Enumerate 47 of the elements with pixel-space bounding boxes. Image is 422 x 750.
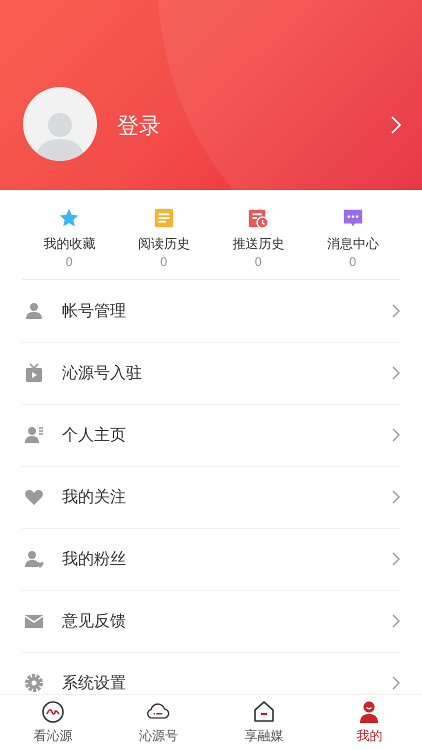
menu-item[interactable]: 我的关注 [0, 466, 422, 528]
chevron-right-icon [392, 676, 400, 690]
tab[interactable]: 沁源号 [106, 695, 211, 750]
chevron-right-icon [392, 366, 400, 380]
chevron-right-icon[interactable] [390, 115, 402, 135]
person-heart-icon [24, 549, 44, 569]
chevron-right-icon [392, 304, 400, 318]
heart-icon [24, 487, 44, 507]
wave-circle-icon [40, 700, 65, 724]
menu-label: 沁源号入驻 [62, 362, 143, 384]
tab[interactable]: 看沁源 [0, 695, 106, 750]
stat-label[interactable]: 阅读历史 [138, 235, 190, 253]
gear-icon [24, 673, 44, 693]
document-icon [152, 207, 175, 229]
star-icon [58, 207, 80, 229]
chat-icon [342, 207, 364, 229]
stat-label[interactable]: 推送历史 [232, 235, 284, 253]
stat-label[interactable]: 消息中心 [326, 235, 379, 253]
stat-count: 0 [160, 255, 168, 269]
contact-card-icon [24, 425, 44, 445]
stat-count: 0 [348, 255, 357, 269]
menu-item[interactable]: 我的粉丝 [0, 528, 422, 590]
chevron-right-icon [392, 428, 400, 442]
menu-item[interactable]: 系统设置 [0, 652, 422, 694]
menu-label: 个人主页 [62, 424, 127, 446]
menu-item[interactable]: 沁源号入驻 [0, 342, 422, 404]
chevron-right-icon [392, 614, 400, 628]
menu-item[interactable]: 帐号管理 [0, 280, 422, 342]
person-icon [24, 301, 44, 321]
tab[interactable]: 我的 [316, 695, 422, 750]
chevron-right-icon [392, 552, 400, 566]
chevron-right-icon [392, 490, 400, 504]
menu-label: 帐号管理 [62, 300, 127, 322]
menu-label: 系统设置 [62, 672, 127, 694]
menu-label: 我的关注 [62, 486, 127, 508]
house-icon [252, 700, 276, 724]
stat-count: 0 [254, 255, 262, 269]
tv-play-icon [24, 363, 44, 383]
menu-item[interactable]: 个人主页 [0, 404, 422, 466]
tab[interactable]: 享融媒 [211, 695, 316, 750]
stat-count: 0 [65, 255, 74, 269]
calendar-clock-icon [247, 207, 270, 229]
menu-label: 意见反馈 [62, 610, 127, 632]
login-link[interactable]: 登录 [117, 111, 390, 141]
menu-label: 我的粉丝 [62, 548, 127, 570]
stat-label[interactable]: 我的收藏 [43, 235, 96, 253]
menu-item[interactable]: 意见反馈 [0, 590, 422, 652]
